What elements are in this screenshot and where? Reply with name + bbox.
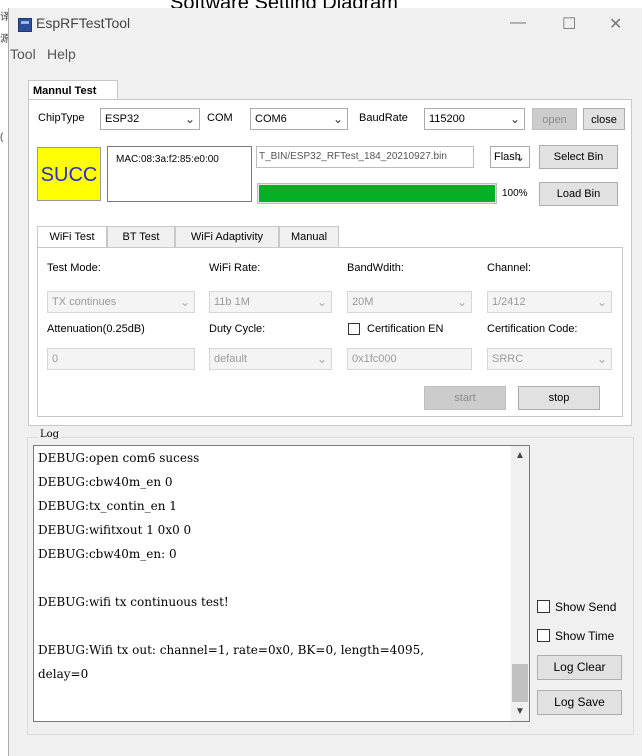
show-send-label: Show Send bbox=[555, 600, 617, 614]
bandwidth-label: BandWdith: bbox=[347, 262, 404, 274]
close-window-button[interactable]: ✕ bbox=[609, 14, 622, 34]
log-line: DEBUG:open com6 sucess bbox=[38, 451, 200, 465]
flash-progress-bar bbox=[257, 183, 497, 204]
channel-select[interactable]: 1/2412 ⌄ bbox=[487, 291, 612, 313]
scroll-thumb[interactable] bbox=[512, 664, 528, 702]
tab-mannul-test[interactable]: Mannul Test bbox=[28, 80, 118, 100]
duty-cycle-label: Duty Cycle: bbox=[209, 323, 266, 335]
open-button[interactable]: open bbox=[532, 108, 577, 130]
edge-char: 源 bbox=[0, 34, 10, 45]
tab-wifi-adaptivity[interactable]: WiFi Adaptivity bbox=[175, 226, 279, 247]
bandwidth-select[interactable]: 20M ⌄ bbox=[347, 291, 472, 313]
baudrate-label: BaudRate bbox=[359, 112, 408, 124]
tab-bt-test[interactable]: BT Test bbox=[107, 226, 175, 247]
channel-label: Channel: bbox=[487, 262, 532, 274]
wifi-rate-select[interactable]: 11b 1M ⌄ bbox=[209, 291, 332, 313]
chevron-down-icon: ⌄ bbox=[596, 352, 607, 366]
progress-fill bbox=[259, 185, 495, 202]
tab-wifi-test[interactable]: WiFi Test bbox=[37, 226, 107, 248]
chiptype-label: ChipType bbox=[38, 112, 85, 124]
show-time-label: Show Time bbox=[555, 629, 615, 643]
chiptype-select[interactable]: ESP32 ⌄ bbox=[100, 108, 200, 130]
app-icon bbox=[18, 18, 32, 32]
mac-address-box: MAC:08:3a:f2:85:e0:00 bbox=[107, 146, 252, 202]
wifi-rate-label: WiFi Rate: bbox=[209, 262, 261, 274]
close-port-button[interactable]: close bbox=[583, 108, 625, 130]
baudrate-select[interactable]: 115200 ⌄ bbox=[424, 108, 525, 130]
chevron-down-icon: ⌄ bbox=[596, 295, 607, 309]
chevron-down-icon: ⌄ bbox=[509, 112, 520, 126]
certification-code-label: Certification Code: bbox=[487, 323, 578, 335]
start-button[interactable]: start bbox=[424, 386, 506, 410]
bin-path-field[interactable]: T_BIN/ESP32_RFTest_184_20210927.bin bbox=[256, 146, 474, 168]
test-mode-label: Test Mode: bbox=[47, 262, 101, 274]
log-line: DEBUG:tx_contin_en 1 bbox=[38, 499, 177, 513]
test-mode-select[interactable]: TX continues ⌄ bbox=[47, 291, 195, 313]
chevron-down-icon: ⌄ bbox=[316, 352, 327, 366]
menu-help[interactable]: Help bbox=[47, 46, 76, 62]
chevron-down-icon: ⌄ bbox=[179, 295, 190, 309]
load-bin-button[interactable]: Load Bin bbox=[539, 182, 618, 206]
log-line: DEBUG:wifi tx continuous test! bbox=[38, 595, 229, 609]
chevron-down-icon: ⌄ bbox=[514, 150, 525, 164]
scroll-up-icon[interactable]: ▲ bbox=[515, 450, 525, 461]
window-title: EspRFTestTool bbox=[36, 15, 131, 31]
certification-code-select[interactable]: SRRC ⌄ bbox=[487, 348, 612, 370]
menu-tool[interactable]: Tool bbox=[10, 46, 36, 62]
select-bin-button[interactable]: Select Bin bbox=[539, 145, 618, 169]
log-line: DEBUG:Wifi tx out: channel=1, rate=0x0, … bbox=[38, 643, 425, 657]
log-line: delay=0 bbox=[38, 667, 89, 681]
log-label: Log bbox=[38, 429, 62, 440]
flash-select[interactable]: Flash ⌄ bbox=[490, 146, 530, 168]
attenuation-field[interactable]: 0 bbox=[47, 348, 195, 370]
certification-en-checkbox[interactable] bbox=[348, 323, 360, 335]
chevron-down-icon: ⌄ bbox=[456, 295, 467, 309]
progress-percent: 100% bbox=[502, 188, 528, 199]
chevron-down-icon: ⌄ bbox=[316, 295, 327, 309]
show-time-checkbox[interactable] bbox=[537, 629, 550, 642]
scroll-down-icon[interactable]: ▼ bbox=[515, 706, 525, 717]
attenuation-label: Attenuation(0.25dB) bbox=[47, 323, 145, 335]
show-send-checkbox[interactable] bbox=[537, 600, 550, 613]
tab-manual[interactable]: Manual bbox=[279, 226, 339, 247]
edge-char: ( bbox=[0, 132, 4, 143]
log-line: DEBUG:cbw40m_en: 0 bbox=[38, 547, 177, 561]
edge-char: 译 bbox=[0, 12, 10, 23]
com-select[interactable]: COM6 ⌄ bbox=[250, 108, 348, 130]
status-indicator: SUCC bbox=[37, 147, 101, 201]
certification-address-field[interactable]: 0x1fc000 bbox=[347, 348, 472, 370]
certification-en-label: Certification EN bbox=[367, 323, 444, 335]
maximize-button[interactable]: ☐ bbox=[562, 14, 576, 34]
log-clear-button[interactable]: Log Clear bbox=[537, 655, 622, 680]
com-label: COM bbox=[207, 112, 233, 124]
log-line: DEBUG:cbw40m_en 0 bbox=[38, 475, 173, 489]
log-save-button[interactable]: Log Save bbox=[537, 690, 622, 715]
duty-cycle-select[interactable]: default ⌄ bbox=[209, 348, 332, 370]
log-line: DEBUG:wifitxout 1 0x0 0 bbox=[38, 523, 192, 537]
chevron-down-icon: ⌄ bbox=[332, 112, 343, 126]
chevron-down-icon: ⌄ bbox=[184, 112, 195, 126]
stop-button[interactable]: stop bbox=[518, 386, 600, 410]
minimize-button[interactable]: — bbox=[510, 14, 526, 32]
